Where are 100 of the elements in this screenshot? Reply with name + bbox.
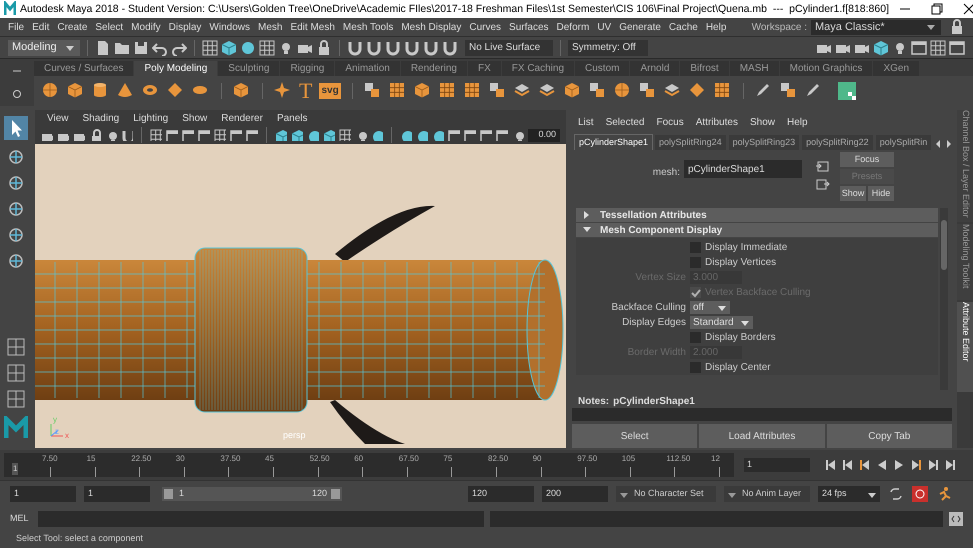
shelf-tab[interactable]: Arnold xyxy=(630,61,680,76)
shelf-tab[interactable]: Rigging xyxy=(280,61,334,76)
menu-item[interactable]: Edit xyxy=(28,20,54,34)
sphere-icon[interactable] xyxy=(42,82,60,100)
shelf-tab[interactable]: MASH xyxy=(730,61,779,76)
live-surface-field[interactable]: No Live Surface xyxy=(465,40,553,56)
menu-item[interactable]: File xyxy=(4,20,28,34)
shelf-tab[interactable]: Sculpting xyxy=(218,61,280,76)
panel-menu-item[interactable]: Shading xyxy=(76,110,126,126)
editor-bottom-button[interactable]: Select xyxy=(572,424,698,448)
editor-button[interactable]: Focus xyxy=(840,152,894,167)
menu-item[interactable]: Mesh Display xyxy=(397,20,466,34)
cube-icon[interactable] xyxy=(233,82,251,100)
plane-icon[interactable] xyxy=(688,82,707,100)
layout-icon[interactable] xyxy=(7,390,25,408)
editor-bottom-button[interactable]: Load Attributes xyxy=(699,424,825,448)
grid-icon[interactable] xyxy=(150,129,162,141)
squares-icon[interactable] xyxy=(488,82,507,100)
current-frame-marker[interactable]: 1 xyxy=(12,463,18,475)
cone-icon[interactable] xyxy=(117,82,135,100)
squares-icon[interactable] xyxy=(364,82,382,100)
grid-icon[interactable] xyxy=(388,82,407,100)
layout-icon[interactable] xyxy=(7,338,25,356)
node-tab[interactable]: polySplitRing24 xyxy=(654,134,727,150)
checker-icon[interactable] xyxy=(838,82,856,100)
editor-menu-item[interactable]: Show xyxy=(746,114,779,130)
editor-menu-item[interactable]: Help xyxy=(782,114,812,130)
notes-field[interactable] xyxy=(572,408,952,421)
section-header[interactable]: Mesh Component Display xyxy=(576,223,938,237)
side-tab[interactable]: Channel Box / Layer Editor xyxy=(957,110,973,222)
skip-start-icon[interactable] xyxy=(824,458,838,472)
menu-item[interactable]: UV xyxy=(593,20,616,34)
range-slider[interactable]: 1 120 xyxy=(162,486,342,500)
playback-start-field[interactable]: 1 xyxy=(84,486,150,502)
editor-bottom-button[interactable]: Copy Tab xyxy=(826,424,952,448)
scroll-bar[interactable] xyxy=(940,208,948,390)
attribute-dropdown[interactable]: off xyxy=(690,301,730,314)
shelf-tab[interactable]: XGen xyxy=(873,61,920,76)
attribute-dropdown[interactable]: Standard xyxy=(690,316,753,329)
shelf-tab[interactable]: Animation xyxy=(335,61,400,76)
menu-item[interactable]: Surfaces xyxy=(505,20,553,34)
step-back-icon[interactable] xyxy=(841,458,855,472)
shelf-tab[interactable]: Curves / Surfaces xyxy=(34,61,134,76)
grid-icon[interactable] xyxy=(202,40,218,56)
panel-menu-item[interactable]: Show xyxy=(176,110,214,126)
side-tab[interactable]: Modeling Toolkit xyxy=(957,224,973,300)
plane-icon[interactable] xyxy=(167,82,185,100)
editor-menu-item[interactable]: List xyxy=(574,114,598,130)
menu-item[interactable]: Generate xyxy=(615,20,665,34)
exposure-field[interactable]: 0.00 xyxy=(528,128,560,142)
shelf-tab[interactable]: FX Caching xyxy=(502,61,574,76)
squares-icon[interactable] xyxy=(588,82,607,100)
save-icon[interactable] xyxy=(133,40,149,56)
node-tab[interactable]: polySplitRing22 xyxy=(801,134,874,150)
current-frame-field[interactable]: 1 xyxy=(744,458,810,472)
playback-end-field[interactable]: 120 xyxy=(468,486,534,502)
file-icon[interactable] xyxy=(95,40,111,56)
close-icon[interactable] xyxy=(961,1,973,17)
command-input-field[interactable] xyxy=(38,511,484,527)
menu-item[interactable]: Mesh Tools xyxy=(338,20,398,34)
mode-dropdown[interactable]: Modeling xyxy=(8,40,80,56)
step-key-forward-icon[interactable] xyxy=(909,458,923,472)
shelf-tab[interactable]: FX xyxy=(468,61,501,76)
cube-icon[interactable] xyxy=(67,82,85,100)
shelf-tab[interactable]: Poly Modeling xyxy=(134,61,218,76)
panel-menu-item[interactable]: Lighting xyxy=(127,110,174,126)
workspace-dropdown[interactable]: Maya Classic* xyxy=(811,20,941,34)
editor-menu-item[interactable]: Focus xyxy=(652,114,688,130)
fps-dropdown[interactable]: 24 fps xyxy=(818,486,880,502)
text-tool-button[interactable]: T xyxy=(299,80,312,102)
cube-icon[interactable] xyxy=(564,82,582,100)
node-tab[interactable]: polySplitRin xyxy=(874,134,932,150)
menu-item[interactable]: Create xyxy=(53,20,92,34)
node-tab[interactable]: polySplitRing23 xyxy=(728,134,800,150)
anim-layer-dropdown[interactable]: No Anim Layer xyxy=(724,486,810,502)
menu-item[interactable]: Display xyxy=(164,20,206,34)
skip-end-icon[interactable] xyxy=(943,458,957,472)
symmetry-dropdown[interactable]: Symmetry: Off xyxy=(568,40,648,56)
cube-icon[interactable] xyxy=(275,129,287,141)
timeline-ruler[interactable]: 1 7.50 15 22.50 30 37.50 45 52.50 60 67.50 75 82.50 90 97.50 105 112.50 12 xyxy=(4,453,734,477)
sphere-icon[interactable] xyxy=(240,40,256,56)
start-time-field[interactable]: 1 xyxy=(10,486,76,502)
gear-icon[interactable] xyxy=(11,88,23,100)
squares-icon[interactable] xyxy=(780,82,798,100)
step-forward-icon[interactable] xyxy=(926,458,940,472)
command-language-label[interactable]: MEL xyxy=(10,512,32,526)
menu-item[interactable]: Modify xyxy=(127,20,165,34)
loop-icon[interactable] xyxy=(888,486,904,502)
script-editor-icon[interactable] xyxy=(949,512,963,526)
side-tab[interactable]: Attribute Editor xyxy=(957,302,973,392)
node-tab[interactable]: pCylinderShape1 xyxy=(574,134,654,150)
editor-menu-item[interactable]: Attributes xyxy=(692,114,742,130)
grid-icon[interactable] xyxy=(464,82,482,100)
menu-item[interactable]: Edit Mesh xyxy=(286,20,339,34)
end-time-field[interactable]: 200 xyxy=(542,486,608,502)
section-header[interactable]: Tessellation Attributes xyxy=(576,208,938,222)
auto-key-icon[interactable] xyxy=(912,486,928,502)
grid-icon[interactable] xyxy=(438,82,457,100)
grid-icon[interactable] xyxy=(930,40,946,56)
grid-icon[interactable] xyxy=(214,129,226,141)
